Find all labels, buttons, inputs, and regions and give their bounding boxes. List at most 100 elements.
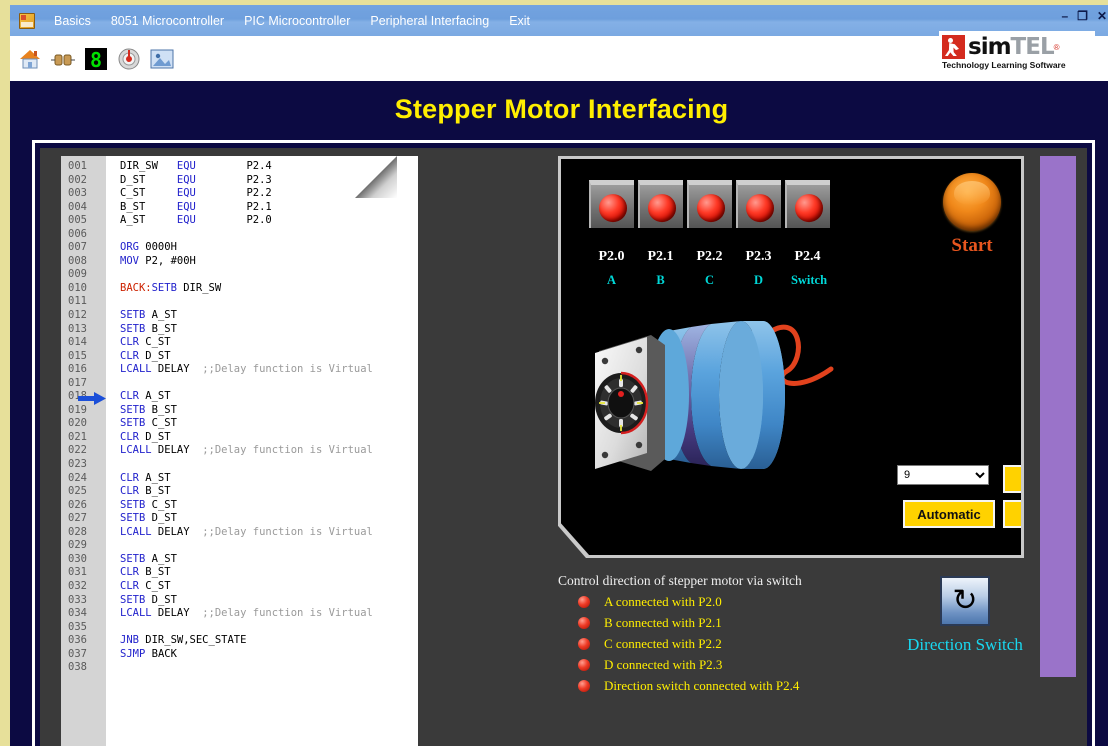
stepper-motor-illustration: [591, 299, 891, 509]
port-label-p22: P2.2: [696, 249, 723, 264]
automatic-button[interactable]: Automatic: [903, 500, 995, 528]
line-number: 019: [68, 403, 87, 416]
line-number: 020: [68, 417, 87, 430]
direction-switch-control[interactable]: ↻ Direction Switch: [885, 576, 1045, 655]
line-number: 030: [68, 552, 87, 565]
code-line: CLR C_ST: [120, 336, 171, 349]
line-number: 010: [68, 281, 87, 294]
page-title: Stepper Motor Interfacing: [394, 93, 729, 124]
simulation-frame: 001 002 003 004 005 006 007 008 009 010 011 012 013 0…: [32, 140, 1095, 746]
led-bank: P2.0 P2.1 P2.2 P2.3 P2.4 A B C D Switch: [589, 173, 837, 287]
menu-item-exit[interactable]: Exit: [499, 11, 540, 31]
code-line: LCALL DELAY ;;Delay function is Virtual: [120, 444, 373, 457]
app-window-icon: [19, 12, 35, 29]
speed-select[interactable]: 123456789: [897, 465, 989, 485]
code-line: LCALL DELAY ;;Delay function is Virtual: [120, 363, 373, 376]
line-number: 017: [68, 376, 87, 389]
logo-tel-text: TEL: [1010, 34, 1055, 60]
led-p20: [589, 180, 634, 228]
led-indicator-icon: [578, 617, 590, 629]
code-line: SETB C_ST: [120, 498, 177, 511]
line-number: 021: [68, 430, 87, 443]
line-number: 016: [68, 363, 87, 376]
menu-item-pic-microcontroller[interactable]: PIC Microcontroller: [234, 11, 360, 31]
code-line: CLR C_ST: [120, 579, 171, 592]
line-number: 029: [68, 539, 87, 552]
code-line: CLR A_ST: [120, 390, 171, 403]
code-line: BACK:SETB DIR_SW: [120, 281, 222, 294]
close-icon[interactable]: ✕: [1097, 10, 1107, 22]
start-control[interactable]: Start: [929, 173, 1015, 257]
registered-trademark-icon: ®: [1053, 42, 1060, 52]
rotate-arrow-icon: ↻: [952, 584, 978, 617]
line-number: 011: [68, 295, 87, 308]
line-number: 002: [68, 173, 87, 186]
code-line: CLR A_ST: [120, 471, 171, 484]
led-indicator-icon: [578, 680, 590, 692]
code-line: ORG 0000H: [120, 241, 177, 254]
frame-inner-panel: 001 002 003 004 005 006 007 008 009 010 011 012 013 0…: [40, 148, 1087, 746]
direction-switch-button[interactable]: ↻: [940, 576, 990, 626]
line-number: 008: [68, 254, 87, 267]
line-number: 035: [68, 620, 87, 633]
signal-label-a: A: [606, 273, 617, 287]
home-icon[interactable]: [17, 46, 43, 72]
line-number: 037: [68, 647, 87, 660]
minimize-icon[interactable]: –: [1061, 10, 1068, 22]
code-line: JNB DIR_SW,SEC_STATE: [120, 634, 247, 647]
transformer-icon[interactable]: [50, 46, 76, 72]
code-lines[interactable]: DIR_SW EQU P2.4 D_ST EQU P2.3 C_ST EQU P2.…: [106, 160, 418, 675]
led-indicator-icon: [578, 659, 590, 671]
port-label-p24: P2.4: [794, 249, 821, 264]
code-line: B_ST EQU P2.1: [120, 200, 272, 213]
legend-item: Direction switch connected with P2.4: [558, 678, 1028, 694]
led-p21: [638, 180, 683, 228]
execution-pointer-icon: [78, 392, 106, 405]
svg-text:8: 8: [90, 48, 102, 72]
led-p24: [785, 180, 830, 228]
menu-item-basics[interactable]: Basics: [44, 11, 101, 31]
code-line: SETB A_ST: [120, 552, 177, 565]
led-p23: [736, 180, 781, 228]
signal-label-b: B: [656, 273, 665, 287]
line-number: 022: [68, 444, 87, 457]
logo-sim-text: sim: [968, 34, 1012, 60]
legend-item-label: C connected with P2.2: [604, 636, 722, 651]
image-icon[interactable]: [149, 46, 175, 72]
line-number: 013: [68, 322, 87, 335]
code-line: MOV P2, #00H: [120, 254, 196, 267]
menu-item-8051-microcontroller[interactable]: 8051 Microcontroller: [101, 11, 234, 31]
code-line: SETB D_ST: [120, 512, 177, 525]
logo-tagline: Technology Learning Software: [942, 60, 1066, 70]
simtel-logo: sim TEL ® Technology Learning Software: [939, 31, 1095, 73]
line-number: 001: [68, 160, 87, 172]
meter-gauge-icon[interactable]: [116, 46, 142, 72]
seven-segment-display-icon[interactable]: 8: [83, 46, 109, 72]
menu-item-peripheral-interfacing[interactable]: Peripheral Interfacing: [360, 11, 499, 31]
line-numbers: 001 002 003 004 005 006 007 008 009 010 011 012 013 0…: [61, 160, 106, 675]
line-number: 012: [68, 309, 87, 322]
line-number: 023: [68, 458, 87, 471]
logo-wordmark: sim TEL ®: [939, 34, 1095, 60]
line-number: 033: [68, 593, 87, 606]
line-number: 007: [68, 241, 87, 254]
line-number: 027: [68, 512, 87, 525]
line-number: 005: [68, 214, 87, 227]
code-line: SETB B_ST: [120, 322, 177, 335]
application-window: Basics 8051 Microcontroller PIC Microcon…: [0, 0, 1108, 746]
line-number: 038: [68, 661, 87, 674]
legend-item: D connected with P2.3: [558, 657, 1028, 673]
vertical-scroll-strip[interactable]: [1040, 156, 1076, 677]
start-label: Start: [951, 235, 993, 256]
start-button[interactable]: [943, 173, 1001, 231]
code-sheet[interactable]: 001 002 003 004 005 006 007 008 009 010 011 012 013 0…: [61, 156, 418, 746]
line-number: 024: [68, 471, 87, 484]
restore-icon[interactable]: ❐: [1077, 10, 1088, 22]
code-line: LCALL DELAY ;;Delay function is Virtual: [120, 607, 373, 620]
code-line: CLR B_ST: [120, 566, 171, 579]
code-line: SETB A_ST: [120, 309, 177, 322]
